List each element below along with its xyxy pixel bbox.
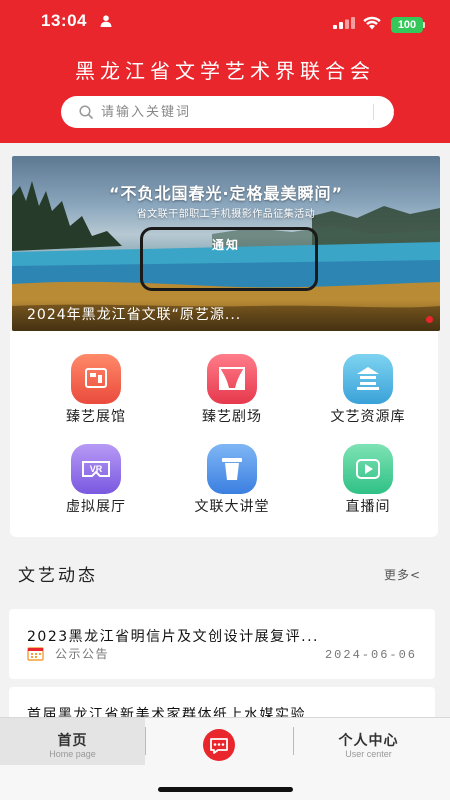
wifi-icon <box>363 16 381 30</box>
banner-carousel[interactable]: “不负北国春光·定格最美瞬间” 省文联干部职工手机摄影作品征集活动 通知 202… <box>12 156 440 331</box>
person-icon <box>100 15 112 27</box>
banner-headline: “不负北国春光·定格最美瞬间” <box>108 184 344 203</box>
tab-home-sub: Home page <box>49 749 96 759</box>
grid-item-theater[interactable]: 臻艺剧场 <box>170 354 290 434</box>
news-title: 2023黑龙江省明信片及文创设计展复评... <box>27 629 319 645</box>
search-icon <box>79 105 93 119</box>
search-divider <box>373 104 374 120</box>
tab-divider <box>293 727 294 755</box>
tab-user-label: 个人中心 <box>338 733 399 749</box>
grid-item-label: 文联大讲堂 <box>194 499 270 515</box>
search-input[interactable] <box>101 96 361 128</box>
theater-icon <box>207 354 257 404</box>
grid-item-label: 文艺资源库 <box>330 409 406 425</box>
grid-item-label: 直播间 <box>345 499 391 515</box>
svg-text:VR: VR <box>90 464 103 474</box>
grid-item-lecture[interactable]: 文联大讲堂 <box>170 444 290 524</box>
home-indicator <box>158 787 293 792</box>
vr-icon: VR <box>71 444 121 494</box>
feature-grid: 臻艺展馆 臻艺剧场 文艺资源库 VR 虚拟展厅 文联大讲堂 直播间 <box>10 331 438 537</box>
library-icon <box>343 354 393 404</box>
news-date: 2024-06-06 <box>324 648 417 662</box>
carousel-indicator-dot[interactable] <box>426 316 433 323</box>
section-title: 文艺动态 <box>18 566 98 586</box>
banner-subline: 省文联干部职工手机摄影作品征集活动 <box>136 209 316 220</box>
search-bar: 搜索 <box>61 96 423 128</box>
app-screen: 13:04 100 黑龙江省文学艺术界联合会 请输入关键词 搜索 “不负北国春光… <box>0 0 450 800</box>
tab-user-sub: User center <box>345 749 392 759</box>
tab-user-center[interactable]: 个人中心 User center <box>296 718 441 765</box>
grid-item-label: 臻艺剧场 <box>202 409 262 425</box>
grid-item-gallery[interactable]: 臻艺展馆 <box>34 354 154 434</box>
grid-item-label: 虚拟展厅 <box>66 499 126 515</box>
banner-caption: 2024年黑龙江省文联“原艺源... <box>27 307 242 323</box>
search-button[interactable]: 搜索 <box>379 96 439 128</box>
tab-divider <box>145 727 146 755</box>
gallery-icon <box>71 354 121 404</box>
grid-item-vr-hall[interactable]: VR 虚拟展厅 <box>34 444 154 524</box>
tab-home[interactable]: 首页 Home page <box>0 718 145 765</box>
grid-item-label: 臻艺展馆 <box>66 409 126 425</box>
app-title: 黑龙江省文学艺术界联合会 <box>75 59 375 83</box>
news-card[interactable]: 2023黑龙江省明信片及文创设计展复评... 公示公告 2024-06-06 <box>9 609 435 679</box>
chat-button[interactable] <box>203 729 235 761</box>
tab-home-label: 首页 <box>57 733 88 749</box>
battery-tip <box>423 22 425 28</box>
lecture-icon <box>207 444 257 494</box>
banner-notice: 通知 <box>211 238 240 252</box>
news-category: 公示公告 <box>55 647 110 661</box>
grid-item-library[interactable]: 文艺资源库 <box>306 354 426 434</box>
calendar-icon <box>27 647 44 661</box>
signal-icon <box>333 17 355 29</box>
status-time: 13:04 <box>41 11 87 30</box>
chat-icon <box>210 738 228 754</box>
header: 13:04 100 黑龙江省文学艺术界联合会 请输入关键词 搜索 <box>0 0 450 143</box>
grid-item-live[interactable]: 直播间 <box>306 444 426 524</box>
status-bar: 13:04 100 <box>0 0 450 44</box>
more-link[interactable]: 更多< <box>384 566 421 583</box>
live-icon <box>343 444 393 494</box>
battery-indicator: 100 <box>391 17 423 33</box>
